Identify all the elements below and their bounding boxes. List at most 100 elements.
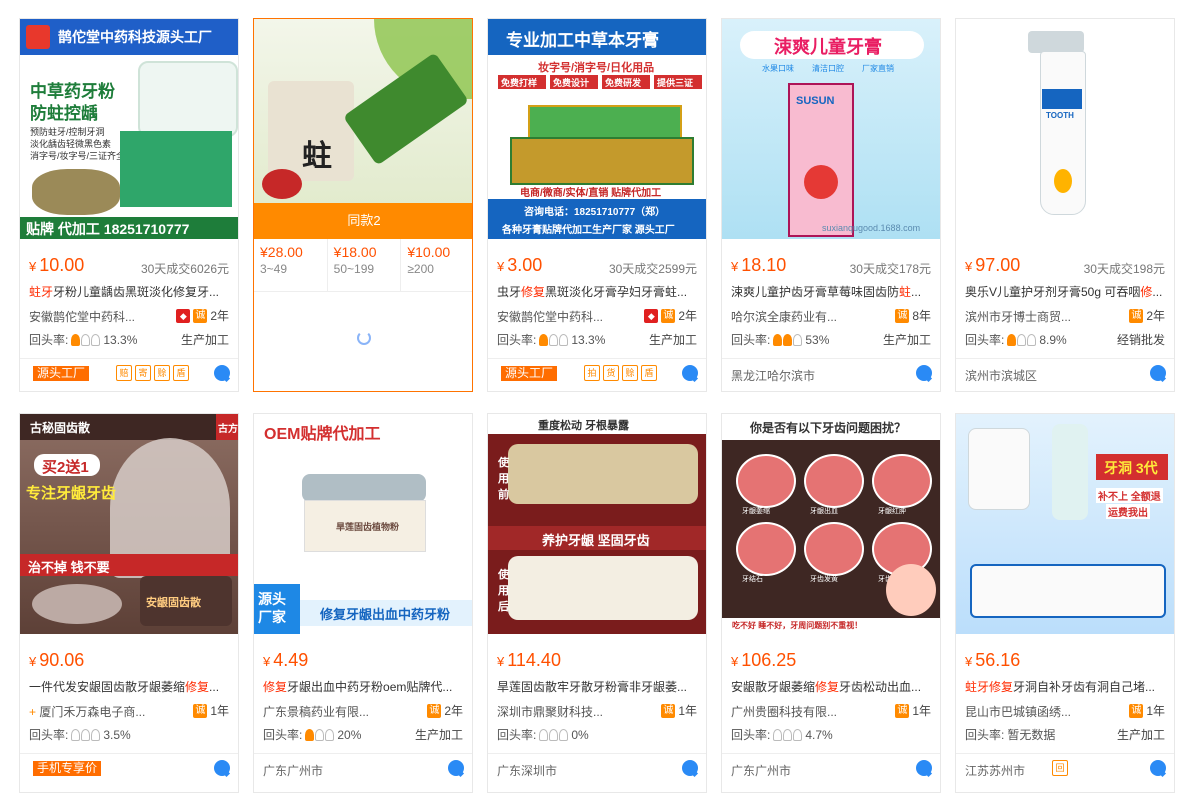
rate-value: 4.7% — [805, 727, 833, 742]
company-name[interactable]: 安徽鹊佗堂中药科... — [29, 308, 149, 325]
product-card[interactable]: OEM贴牌代加工 旱莲固齿植物粉 源头厂家 修复牙龈出血中药牙粉 ¥4.49 修复牙龈出血… — [253, 413, 473, 793]
years-text: 2年 — [1146, 309, 1165, 323]
wangwang-chat-icon[interactable] — [214, 760, 230, 776]
product-title[interactable]: 虫牙修复黑斑淡化牙膏孕妇牙膏蛀... — [497, 283, 697, 300]
price-value: 114.40 — [507, 650, 561, 670]
rate-label: 回头率: — [497, 728, 537, 742]
rate-people-icon — [773, 728, 803, 741]
wangwang-chat-icon[interactable] — [682, 365, 698, 381]
company-name[interactable]: 深圳市鼎聚财科技... — [497, 703, 617, 720]
company-name[interactable]: 哈尔滨全康药业有... — [731, 308, 851, 325]
rate-value: 20% — [337, 727, 362, 742]
wangwang-chat-icon[interactable] — [214, 365, 230, 381]
title-highlight: 蛀牙修复 — [965, 680, 1014, 694]
product-title[interactable]: 安龈散牙龈萎缩修复牙齿松动出血... — [731, 678, 931, 695]
rate-value: 暂无数据 — [1007, 728, 1056, 742]
wangwang-chat-icon[interactable] — [682, 760, 698, 776]
product-title[interactable]: 旱莲固齿散牢牙散牙粉膏非牙龈萎... — [497, 678, 697, 695]
title-highlight: 修复 — [815, 680, 840, 694]
service-icons: 拍货赊盾 — [584, 365, 657, 381]
product-image[interactable]: 重度松动 牙根暴露 使用前 养护牙龈 坚固牙齿 使用后 — [488, 414, 706, 634]
company-name[interactable]: 昆山市巴城镇函绣... — [965, 703, 1085, 720]
product-card[interactable]: 鹊佗堂中药科技源头工厂 中草药牙粉 防蛀控龋 预防蛀牙/控制牙洞 淡化龋齿轻微黑色素 消字… — [19, 18, 239, 392]
product-card[interactable]: 涑爽儿童牙膏 水果口味 清洁口腔 厂家直销 SUSUN suxianqugood.1688… — [721, 18, 941, 392]
bottle — [968, 428, 1030, 510]
product-image[interactable]: 你是否有以下牙齿问题困扰？牙龈萎缩牙龈出血牙龈红肿牙结石牙齿发黄牙齿松动吃不好 … — [722, 414, 940, 634]
line-3: 各种牙膏贴牌代加工生产厂家 源头工厂 — [502, 225, 675, 236]
company-name[interactable]: + 厦门禾万森电子商... — [29, 703, 149, 720]
product-card[interactable]: 古秘固齿散 古方 买2送1 专注牙龈牙齿 治不掉 钱不要 安龈固齿散 ¥90.06 一件代发安… — [19, 413, 239, 793]
company-name[interactable]: 广州贵圈科技有限... — [731, 703, 851, 720]
repurchase-rate: 回头率: 0% — [497, 726, 589, 743]
teeth-after — [508, 556, 698, 620]
wangwang-chat-icon[interactable] — [1150, 365, 1166, 381]
top-text: 重度松动 牙根暴露 — [538, 420, 630, 432]
product-card[interactable]: 牙洞 3代 补不上 全额退 运费我出 ¥56.16 蛀牙修复牙洞自补牙齿有洞自己堵...… — [955, 413, 1175, 793]
years-text: 1年 — [912, 704, 931, 718]
chip-text: 免费研发 — [605, 78, 642, 88]
price-tier: ¥28.00 3~49 — [254, 239, 328, 291]
bottom-text: 治不掉 钱不要 — [28, 560, 110, 575]
headline: 专注牙龈牙齿 — [26, 485, 117, 502]
location: 滨州市滨城区 — [965, 369, 1038, 383]
product-title[interactable]: 奥乐V儿童护牙剂牙膏50g 可吞咽修... — [965, 283, 1165, 300]
product-image[interactable]: 涑爽儿童牙膏 水果口味 清洁口腔 厂家直销 SUSUN suxianqugood.1688… — [722, 19, 940, 239]
product-image[interactable]: OEM贴牌代加工 旱莲固齿植物粉 源头厂家 修复牙龈出血中药牙粉 — [254, 414, 472, 634]
product-card[interactable]: 专业加工中草本牙膏 妆字号/消字号/日化用品 免费打样 免费设计 免费研发 提供三证 电商/… — [487, 18, 707, 392]
business-mode: 经销批发 — [1116, 333, 1165, 347]
company-name[interactable]: 安徽鹊佗堂中药科... — [497, 308, 617, 325]
brand-logo — [26, 25, 50, 49]
title-suffix: 黑斑淡化牙膏孕妇牙膏蛀... — [545, 285, 688, 299]
price-value: 90.06 — [39, 650, 85, 670]
product-image[interactable]: 古秘固齿散 古方 买2送1 专注牙龈牙齿 治不掉 钱不要 安龈固齿散 — [20, 414, 238, 634]
corner-text: 源头厂家 — [258, 591, 286, 625]
price: ¥106.25 — [731, 650, 796, 671]
title-suffix: ... — [1152, 285, 1163, 299]
product-card[interactable]: 你是否有以下牙齿问题困扰？牙龈萎缩牙龈出血牙龈红肿牙结石牙齿发黄牙齿松动吃不好 … — [721, 413, 941, 793]
business-mode: 生产加工 — [882, 333, 931, 347]
product-title[interactable]: 蛀牙修复牙洞自补牙齿有洞自己堵... — [965, 678, 1165, 695]
wangwang-chat-icon[interactable] — [916, 760, 932, 776]
after: 使用后 — [498, 569, 509, 613]
problem-photo — [804, 522, 864, 576]
top-text: 古秘固齿散 — [30, 421, 91, 435]
product-card[interactable]: 重度松动 牙根暴露 使用前 养护牙龈 坚固牙齿 使用后 ¥114.40 旱莲固齿散牢牙散牙… — [487, 413, 707, 793]
product-title[interactable]: 涑爽儿童护齿牙膏草莓味固齿防蛀... — [731, 283, 931, 300]
same-style-overlay[interactable]: 同款2 — [254, 203, 472, 239]
corner-text: 古方 — [218, 424, 238, 435]
company-name[interactable]: 广东景稿药业有限... — [263, 703, 383, 720]
product-image[interactable]: 专业加工中草本牙膏 妆字号/消字号/日化用品 免费打样 免费设计 免费研发 提供三证 电商/… — [488, 19, 706, 239]
title-highlight: 修复 — [521, 285, 546, 299]
product-image[interactable]: TOOTH — [956, 19, 1174, 239]
card-footer: 广东广州市 — [722, 753, 940, 784]
problem-photo — [736, 454, 796, 508]
product-image[interactable]: 牙洞 3代 补不上 全额退 运费我出 — [956, 414, 1174, 634]
years-text: 8年 — [912, 309, 931, 323]
person-icon — [793, 333, 803, 346]
chip-text: 免费设计 — [553, 78, 590, 88]
product-title[interactable]: 修复牙龈出血中药牙粉oem贴牌代... — [263, 678, 463, 695]
product-title[interactable]: 蛀牙牙粉儿童龋齿黑斑淡化修复牙... — [29, 283, 229, 300]
product-title[interactable]: 一件代发安龈固齿散牙龈萎缩修复... — [29, 678, 229, 695]
price-value: 18.10 — [741, 255, 787, 275]
rate-label: 回头率: — [497, 333, 537, 347]
tier-price-table: ¥28.00 3~49 ¥18.00 50~199 ¥10.00 ≥200 — [254, 239, 472, 292]
product-card[interactable]: 蛀同款2 ¥28.00 3~49 ¥18.00 50~199 ¥10.00 ≥200 — [253, 18, 473, 392]
title-suffix: 牙齿松动出血... — [839, 680, 922, 694]
membership-years: 诚 8年 — [895, 307, 931, 324]
product-card[interactable]: TOOTH ¥97.00 30天成交198元 奥乐V儿童护牙剂牙膏50g 可吞咽修..… — [955, 18, 1175, 392]
company-name[interactable]: 滨州市牙博士商贸... — [965, 308, 1085, 325]
wangwang-chat-icon[interactable] — [916, 365, 932, 381]
product-image[interactable]: 鹊佗堂中药科技源头工厂 中草药牙粉 防蛀控龋 预防蛀牙/控制牙洞 淡化龋齿轻微黑色素 消字… — [20, 19, 238, 239]
product-image[interactable]: 蛀同款2 — [254, 19, 472, 239]
service-icon: 盾 — [641, 365, 657, 381]
line-2: 咨询电话：18251710777（郑） — [524, 207, 666, 218]
wangwang-chat-icon[interactable] — [448, 760, 464, 776]
chengxin-icon: 诚 — [193, 703, 208, 718]
person-icon — [91, 728, 101, 741]
wangwang-chat-icon[interactable] — [1150, 760, 1166, 776]
repurchase-rate: 回头率: 13.3% — [29, 331, 137, 348]
company-text: 广东景稿药业有限... — [263, 705, 370, 719]
card-footer: 滨州市滨城区 — [956, 358, 1174, 389]
price: ¥56.16 — [965, 650, 1020, 671]
